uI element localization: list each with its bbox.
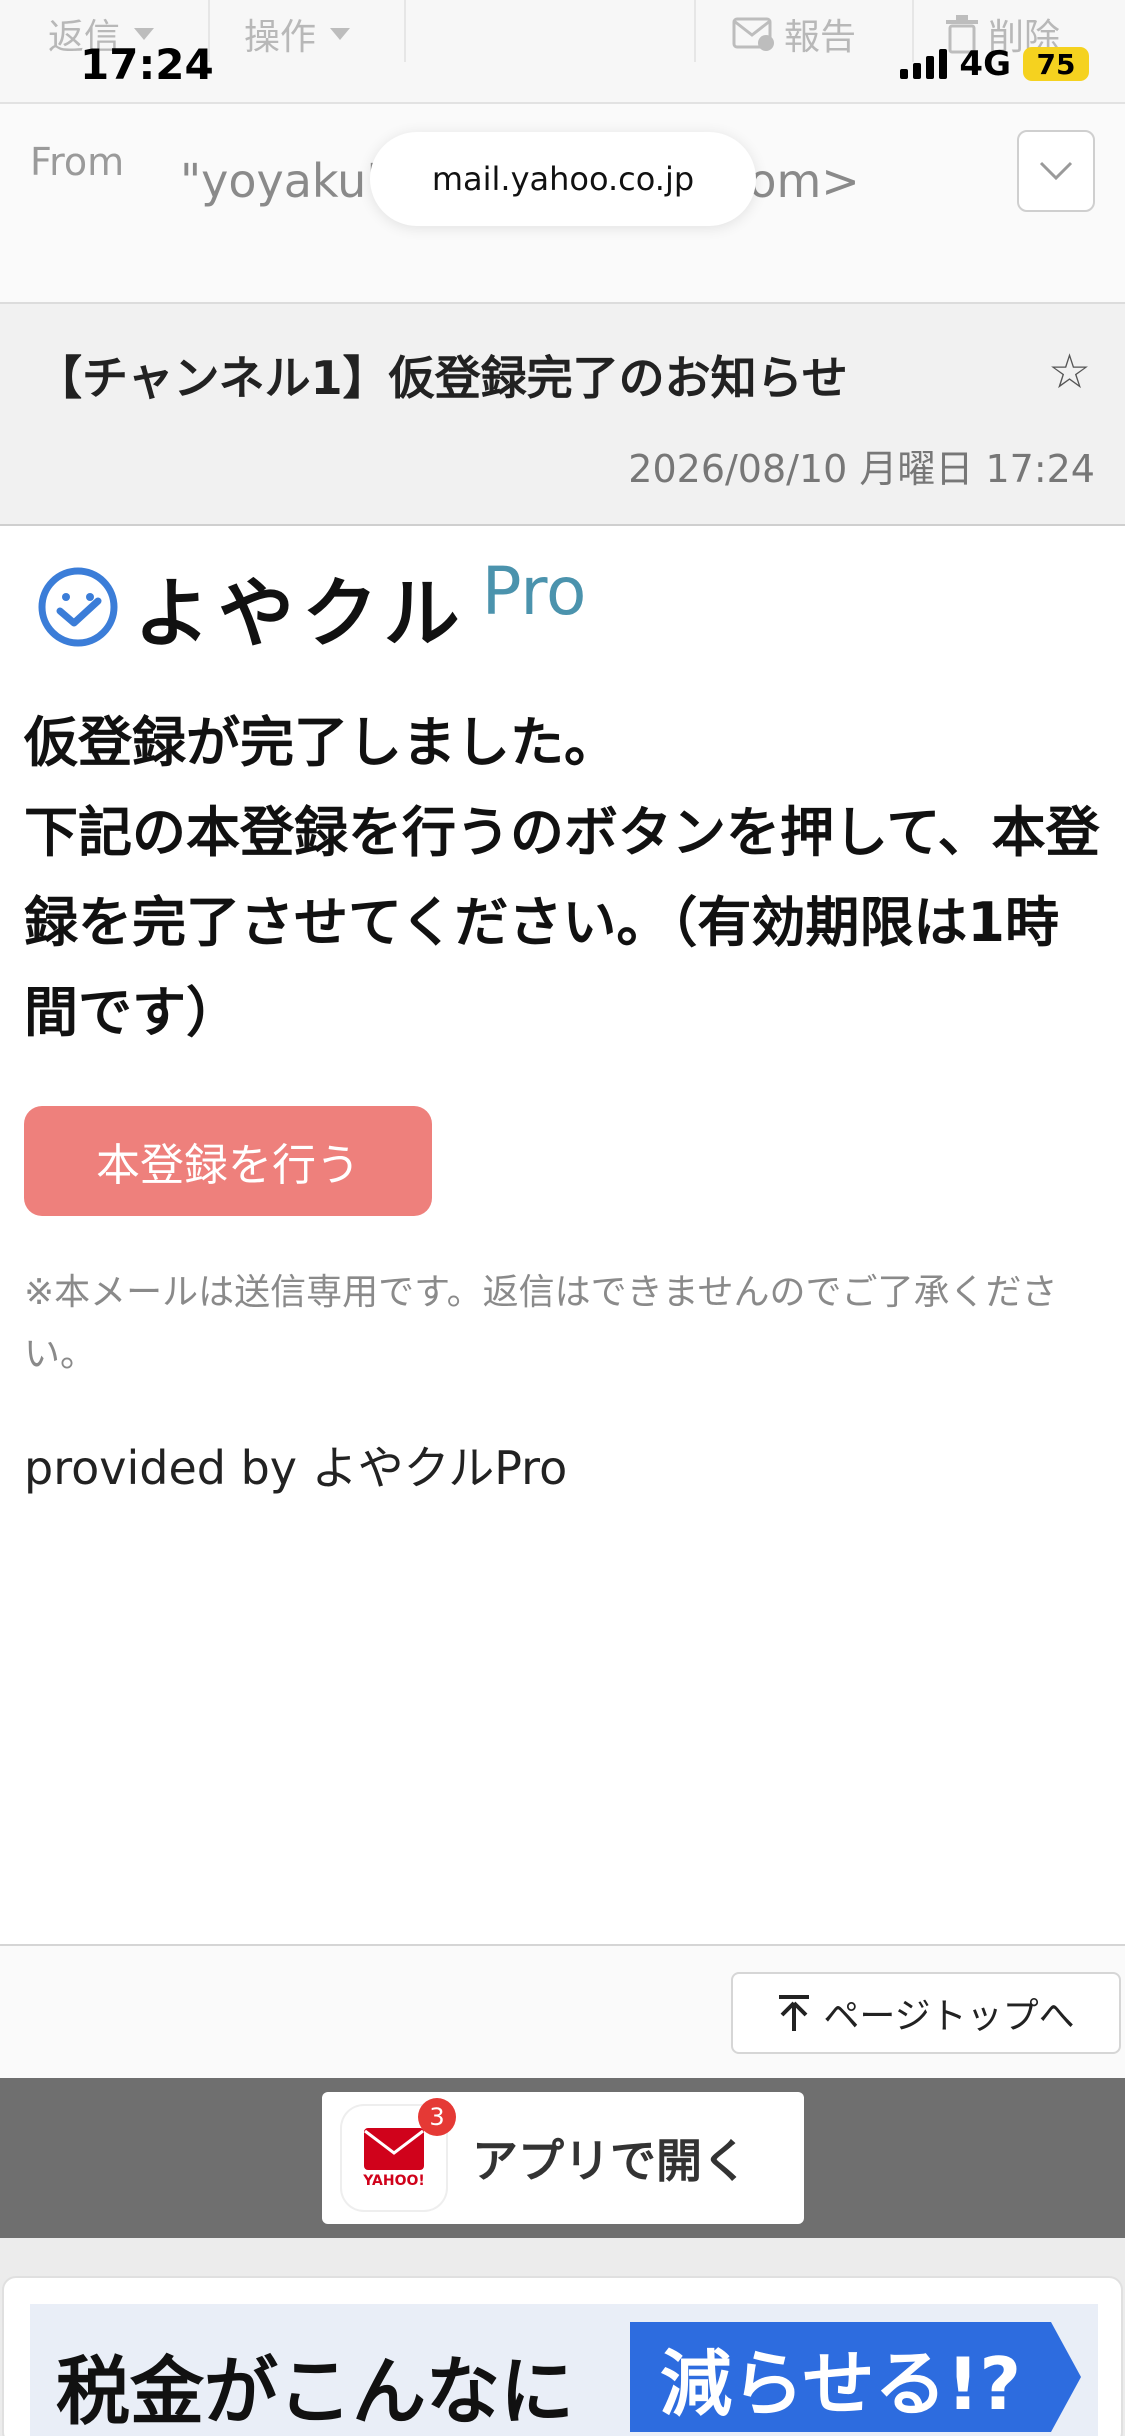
app-brand: YAHOO! — [363, 2173, 425, 2189]
status-time: 17:24 — [80, 40, 214, 89]
email-body: よやクル Pro 仮登録が完了しました。 下記の本登録を行うのボタンを押して、本… — [0, 526, 1125, 1946]
open-app-label: アプリで開く — [472, 2134, 748, 2188]
email-date: 2026/08/10 月曜日 17:24 — [628, 447, 1095, 491]
battery-level: 75 — [1036, 47, 1076, 81]
send-only-note: ※本メールは送信専用です。返信はできませんのでご了承ください。 — [24, 1272, 1058, 1375]
subject-row: 【チャンネル1】仮登録完了のお知らせ ☆ 2026/08/10 月曜日 17:2… — [0, 304, 1125, 526]
ad-area: 税金がこんなに 減らせる!? — [0, 2238, 1125, 2436]
check-circle-icon — [38, 567, 118, 647]
yahoo-mail-app-icon: YAHOO! 3 — [342, 2098, 456, 2210]
headline-line-1: 仮登録が完了しました。 — [24, 711, 618, 774]
report-label: 報告 — [784, 17, 857, 58]
signal-strength-icon — [900, 49, 948, 79]
headline-line-2: 下記の本登録を行うのボタンを押して、本登録を完了させてください。（有効期限は1時… — [24, 801, 1100, 1044]
report-button[interactable]: 報告 — [732, 6, 856, 62]
logo-pro: Pro — [481, 552, 587, 630]
chevron-down-icon — [330, 28, 351, 40]
yoyakuru-pro-logo: よやクル Pro — [36, 552, 586, 662]
toolbar-divider — [694, 0, 696, 62]
expand-header-button[interactable] — [1017, 130, 1095, 212]
chevron-down-icon — [1039, 161, 1073, 181]
email-headline: 仮登録が完了しました。 下記の本登録を行うのボタンを押して、本登録を完了させてく… — [24, 698, 1104, 1058]
ad-text: 税金がこんなに — [56, 2349, 574, 2435]
actions-label: 操作 — [244, 17, 317, 58]
toolbar-divider — [404, 0, 406, 62]
url-bar[interactable]: mail.yahoo.co.jp — [370, 132, 756, 226]
from-label: From — [30, 140, 125, 184]
ad-highlight: 減らせる!? — [630, 2322, 1082, 2432]
report-mail-icon — [732, 17, 774, 51]
battery-icon: 75 — [1023, 47, 1089, 81]
page-top-button[interactable]: ページトップへ — [731, 1972, 1121, 2054]
arrow-up-icon — [779, 1995, 810, 2031]
email-subject: 【チャンネル1】仮登録完了のお知らせ — [36, 351, 848, 405]
open-app-bar: YAHOO! 3 アプリで開く — [0, 2078, 1125, 2238]
open-in-app-button[interactable]: YAHOO! 3 アプリで開く — [322, 2092, 804, 2224]
network-type: 4G — [959, 44, 1011, 84]
status-indicators: 4G 75 — [900, 44, 1089, 84]
logo-text: よやクル — [134, 569, 468, 658]
star-icon[interactable]: ☆ — [1048, 344, 1091, 400]
actions-menu-button[interactable]: 操作 — [244, 6, 351, 62]
mail-envelope-icon — [364, 2128, 424, 2170]
complete-registration-button[interactable]: 本登録を行う — [24, 1106, 432, 1216]
page-top-label: ページトップへ — [823, 1996, 1075, 2037]
notification-badge: 3 — [418, 2098, 456, 2136]
provided-by-text: provided by よやクルPro — [24, 1441, 568, 1495]
page-top-row: ページトップへ — [0, 1944, 1125, 2078]
chevron-down-icon — [134, 28, 155, 40]
